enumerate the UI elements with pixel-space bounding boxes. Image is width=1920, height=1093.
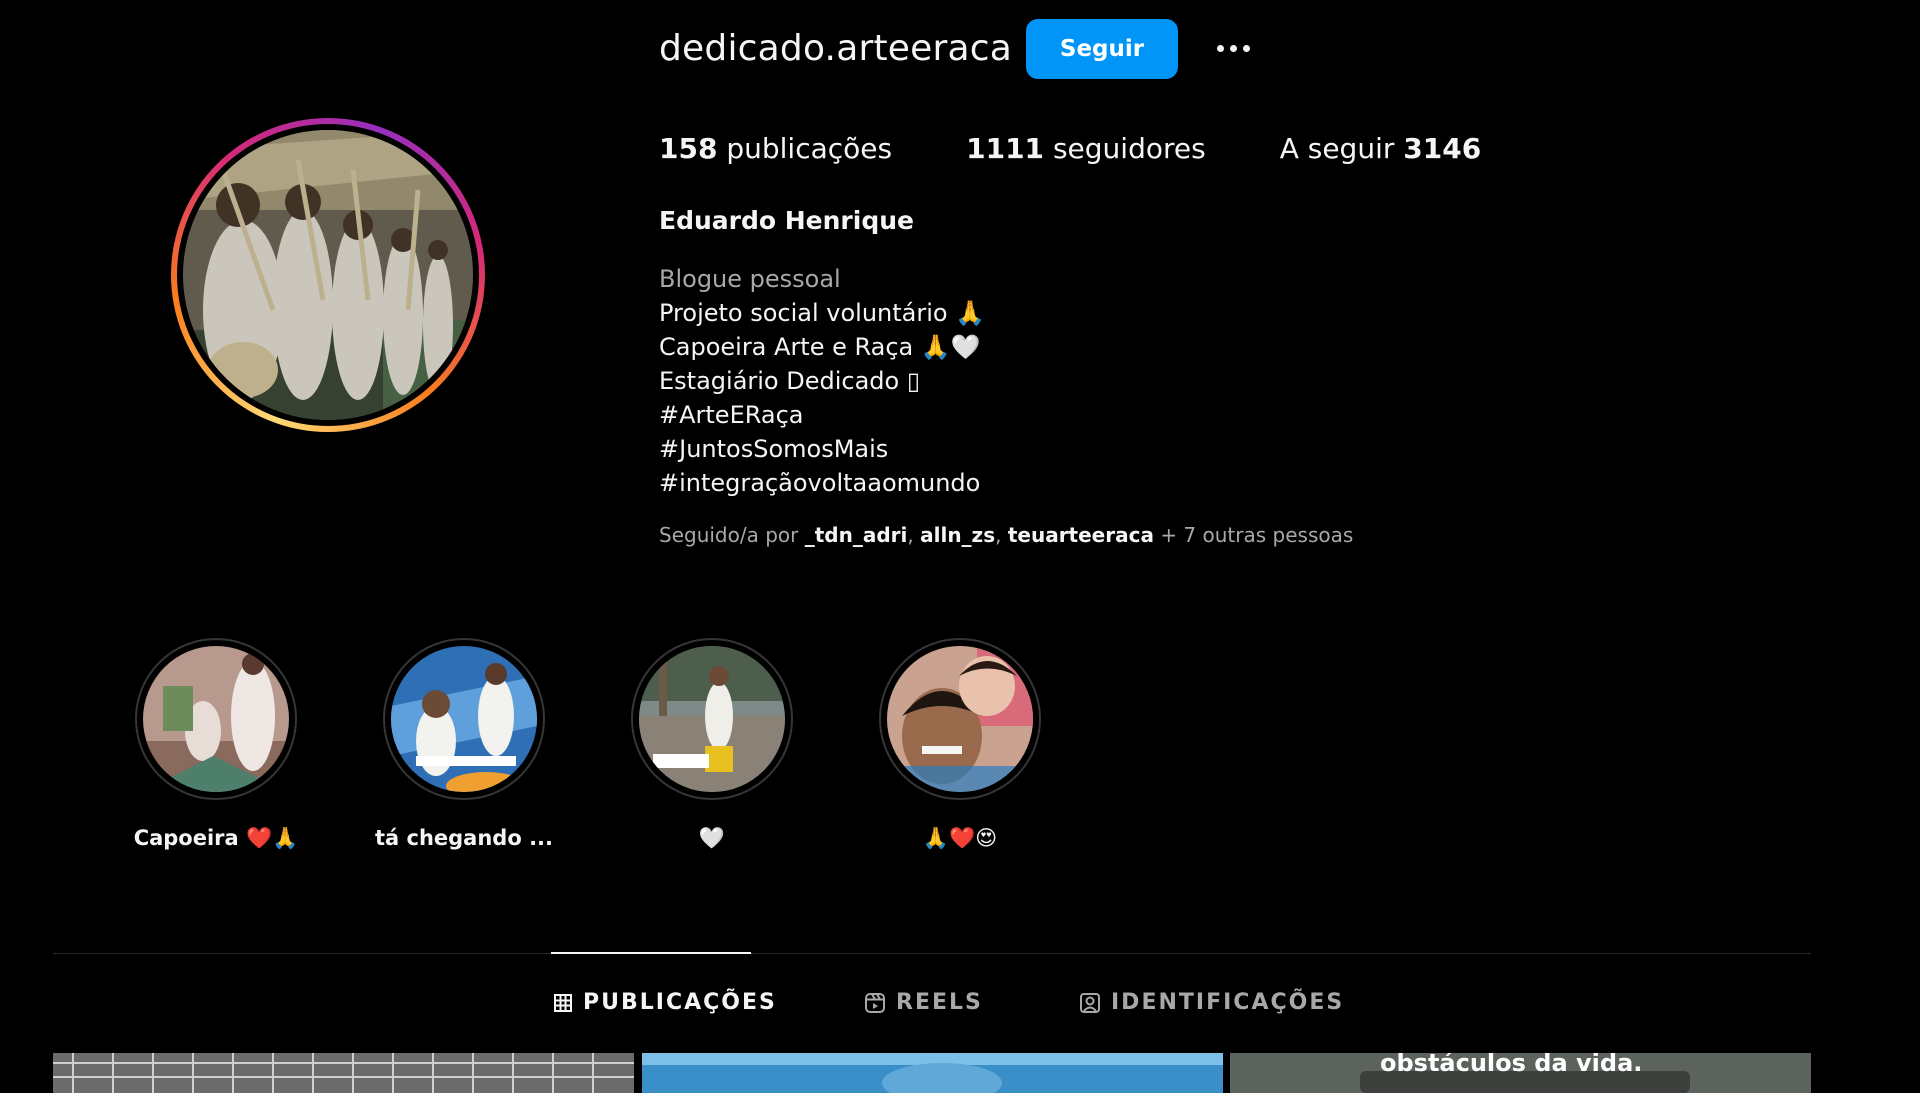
highlight-cover <box>391 646 537 792</box>
profile-category: Blogue pessoal <box>659 265 841 293</box>
tab-label: PUBLICAÇÕES <box>583 990 777 1015</box>
profile-avatar[interactable] <box>171 118 485 432</box>
followers-stat[interactable]: 1111 seguidores <box>966 132 1206 165</box>
tabs-divider <box>53 953 1811 954</box>
following-stat[interactable]: A seguir 3146 <box>1280 132 1482 165</box>
tab-identificacoes[interactable]: IDENTIFICAÇÕES <box>1079 990 1344 1015</box>
profile-stats: 158 publicações 1111 seguidores A seguir… <box>659 132 1481 165</box>
story-highlight[interactable]: 🙏❤️😍 <box>875 638 1045 851</box>
bio-line: Estagiário Dedicado ▯ <box>659 367 921 395</box>
follow-button[interactable]: Seguir <box>1026 19 1178 79</box>
bio-line: Projeto social voluntário 🙏 <box>659 299 986 327</box>
followed-by[interactable]: Seguido/a por _tdn_adri, alln_zs, teuart… <box>659 523 1353 547</box>
more-options-icon[interactable] <box>1210 30 1256 66</box>
reels-icon <box>865 992 885 1013</box>
story-highlight[interactable]: Capoeira ❤️🙏 <box>131 638 301 851</box>
tab-reels[interactable]: REELS <box>864 990 983 1015</box>
post-overlay-text: obstáculos da vida. <box>1380 1053 1643 1077</box>
hashtag-link[interactable]: #JuntosSomosMais <box>659 432 985 466</box>
profile-bio: Blogue pessoal Projeto social voluntário… <box>659 262 985 500</box>
posts-stat[interactable]: 158 publicações <box>659 132 892 165</box>
profile-full-name: Eduardo Henrique <box>659 206 914 235</box>
avatar-image <box>183 130 473 420</box>
highlight-label: tá chegando ... <box>374 826 554 850</box>
tab-label: REELS <box>896 990 983 1015</box>
active-tab-indicator <box>551 952 751 954</box>
hashtag-link[interactable]: #ArteERaça <box>659 398 985 432</box>
tab-publicacoes[interactable]: PUBLICAÇÕES <box>553 990 777 1015</box>
highlight-label: Capoeira ❤️🙏 <box>133 826 299 850</box>
highlight-cover <box>887 646 1033 792</box>
hashtag-link[interactable]: #integraçãovoltaaomundo <box>659 466 985 500</box>
post-thumbnail[interactable]: obstáculos da vida. <box>1230 1053 1811 1093</box>
highlight-label: 🤍 <box>698 826 726 850</box>
highlight-cover <box>143 646 289 792</box>
bio-line: Capoeira Arte e Raça 🙏🤍 <box>659 333 981 361</box>
story-highlight[interactable]: 🤍 <box>627 638 797 851</box>
highlight-cover <box>639 646 785 792</box>
post-thumbnail[interactable] <box>642 1053 1223 1093</box>
follower-username[interactable]: _tdn_adri <box>805 523 908 547</box>
grid-icon <box>554 993 572 1012</box>
story-highlight[interactable]: tá chegando ... <box>375 638 553 850</box>
follower-username[interactable]: teuarteeraca <box>1008 523 1154 547</box>
post-thumbnail[interactable] <box>53 1053 634 1093</box>
tagged-icon <box>1080 992 1100 1013</box>
profile-username: dedicado.arteeraca <box>659 28 1012 69</box>
follower-username[interactable]: alln_zs <box>920 523 995 547</box>
highlight-label: 🙏❤️😍 <box>922 826 998 850</box>
tab-label: IDENTIFICAÇÕES <box>1111 990 1345 1015</box>
